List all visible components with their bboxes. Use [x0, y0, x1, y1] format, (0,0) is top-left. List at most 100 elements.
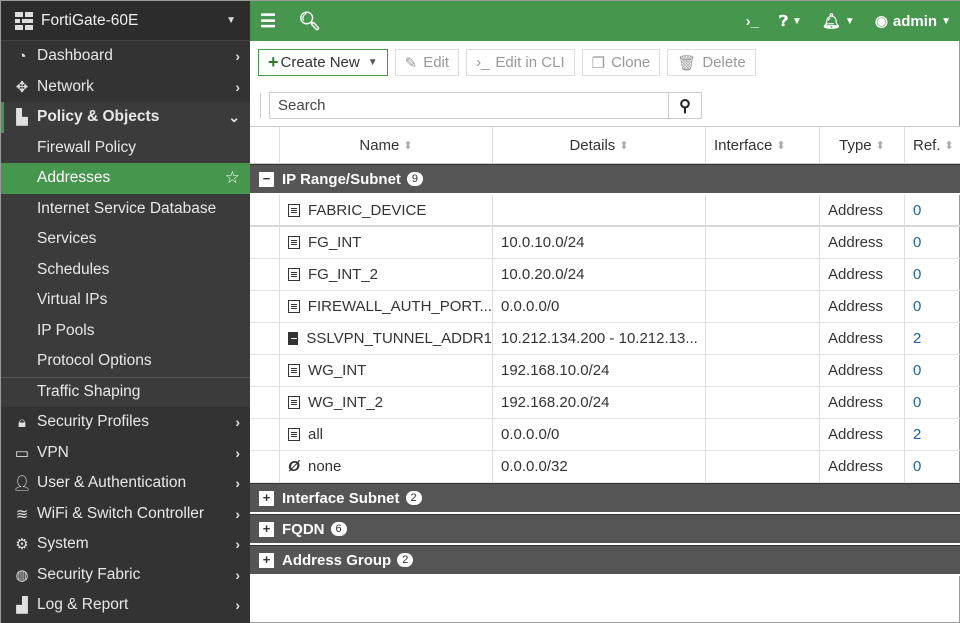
table-row[interactable]: SSLVPN_TUNNEL_ADDR1 10.212.134.200 - 10.2…: [250, 323, 960, 355]
table-row[interactable]: FG_INT_2 10.0.20.0/24 Address 0: [250, 259, 960, 291]
column-header-type[interactable]: Type ⬍: [820, 127, 905, 163]
sidebar-item-log-report[interactable]: ▟ Log & Report ›: [1, 590, 250, 621]
sidebar-item-services[interactable]: Services: [1, 224, 250, 255]
user-menu-button[interactable]: ◉ admin ▼: [874, 12, 951, 31]
details-cell: 192.168.10.0/24: [493, 355, 706, 386]
sidebar-item-network[interactable]: ✥ Network ›: [1, 72, 250, 103]
row-select-cell[interactable]: [250, 451, 280, 482]
sidebar-item-security-profiles[interactable]: 🔒︎ Security Profiles ›: [1, 407, 250, 438]
row-select-cell[interactable]: [250, 323, 280, 354]
chevron-right-icon: ›: [235, 78, 240, 95]
group-header-address-group[interactable]: + Address Group 2: [250, 545, 960, 576]
ref-link[interactable]: 0: [905, 451, 960, 482]
row-select-cell[interactable]: [250, 195, 280, 225]
column-header-name[interactable]: Name ⬍: [280, 127, 493, 163]
sidebar-item-traffic-shaping[interactable]: Traffic Shaping: [1, 376, 250, 407]
clone-button[interactable]: ❐ Clone: [581, 49, 661, 76]
group-header-interface-subnet[interactable]: + Interface Subnet 2: [250, 483, 960, 514]
sidebar-item-addresses[interactable]: Addresses ☆: [1, 163, 250, 194]
sidebar-item-wifi-switch-controller[interactable]: ≋ WiFi & Switch Controller ›: [1, 499, 250, 530]
star-icon[interactable]: ☆: [225, 168, 240, 188]
sidebar-item-system[interactable]: ⚙ System ›: [1, 529, 250, 560]
chevron-down-icon: ▼: [226, 15, 236, 26]
count-badge: 9: [406, 172, 424, 186]
sidebar-item-dashboard[interactable]: ◔ Dashboard ›: [1, 41, 250, 72]
delete-button[interactable]: 🗑︎ Delete: [667, 49, 756, 76]
top-bar: ☰ 🔍︎ ›_ ❓︎ ▼ 🔔︎ ▼ ◉ admin ▼: [250, 1, 960, 41]
row-select-cell[interactable]: [250, 259, 280, 290]
column-header-ref[interactable]: Ref. ⬍: [905, 127, 960, 163]
count-badge: 6: [330, 522, 347, 536]
type-cell: Address: [820, 355, 905, 386]
plus-icon: +: [268, 52, 279, 72]
ref-link[interactable]: 0: [905, 355, 960, 386]
group-header-fqdn[interactable]: + FQDN 6: [250, 514, 960, 545]
ref-link[interactable]: 0: [905, 227, 960, 258]
user-icon: 👤︎: [12, 475, 32, 493]
select-column: [250, 127, 280, 163]
row-select-cell[interactable]: [250, 227, 280, 258]
table-row[interactable]: FABRIC_DEVICE Address 0: [250, 195, 960, 227]
user-circle-icon: ◉: [874, 13, 888, 30]
sidebar-item-user-authentication[interactable]: 👤︎ User & Authentication ›: [1, 468, 250, 499]
create-new-button[interactable]: + Create New ▼: [258, 49, 388, 76]
ref-link[interactable]: 0: [905, 195, 960, 225]
table-row[interactable]: FIREWALL_AUTH_PORT... 0.0.0.0/0 Address 0: [250, 291, 960, 323]
type-cell: Address: [820, 323, 905, 354]
search-button[interactable]: ⚲: [668, 93, 701, 118]
notifications-button[interactable]: 🔔︎ ▼: [822, 12, 855, 30]
sidebar-item-schedules[interactable]: Schedules: [1, 254, 250, 285]
collapse-icon[interactable]: −: [259, 171, 274, 187]
sidebar-item-virtual-ips[interactable]: Virtual IPs: [1, 285, 250, 316]
row-select-cell[interactable]: [250, 419, 280, 450]
details-cell: 10.0.20.0/24: [493, 259, 706, 290]
sidebar-item-firewall-policy[interactable]: Firewall Policy: [1, 132, 250, 163]
sidebar-item-protocol-options[interactable]: Protocol Options: [1, 346, 250, 377]
sidebar-item-vpn[interactable]: ▭ VPN ›: [1, 438, 250, 469]
edit-button[interactable]: ✎ Edit: [394, 49, 460, 76]
table-row[interactable]: WG_INT_2 192.168.20.0/24 Address 0: [250, 387, 960, 419]
expand-icon[interactable]: +: [259, 490, 274, 506]
search-icon[interactable]: 🔍︎: [298, 11, 321, 32]
row-select-cell[interactable]: [250, 355, 280, 386]
sidebar-item-internet-service-database[interactable]: Internet Service Database: [1, 193, 250, 224]
table-row[interactable]: WG_INT 192.168.10.0/24 Address 0: [250, 355, 960, 387]
row-select-cell[interactable]: [250, 291, 280, 322]
help-button[interactable]: ❓︎ ▼: [779, 13, 802, 30]
ref-link[interactable]: 2: [905, 419, 960, 450]
interface-cell: [706, 227, 820, 258]
menu-icon[interactable]: ☰: [260, 11, 276, 32]
help-icon: ❓︎: [778, 12, 788, 30]
sidebar-item-security-fabric[interactable]: ◍ Security Fabric ›: [1, 560, 250, 591]
ref-link[interactable]: 0: [905, 291, 960, 322]
row-select-cell[interactable]: [250, 387, 280, 418]
interface-cell: [706, 259, 820, 290]
table-row[interactable]: FG_INT 10.0.10.0/24 Address 0: [250, 227, 960, 259]
ref-link[interactable]: 0: [905, 387, 960, 418]
expand-icon[interactable]: +: [259, 552, 274, 568]
address-table: Name ⬍ Details ⬍ Interface ⬍ Type ⬍ Ref. ⬍ − …: [250, 126, 960, 576]
group-header-ip-range-subnet[interactable]: − IP Range/Subnet 9: [250, 164, 960, 195]
subnet-address-icon: [288, 203, 300, 217]
sort-icon: ⬍: [403, 139, 413, 152]
type-cell: Address: [820, 387, 905, 418]
ref-link[interactable]: 0: [905, 259, 960, 290]
edit-in-cli-button[interactable]: ›_ Edit in CLI: [466, 49, 575, 76]
ref-link[interactable]: 2: [905, 323, 960, 354]
sidebar-item-policy-objects[interactable]: ▙ Policy & Objects ⌄: [1, 102, 250, 133]
details-cell: 0.0.0.0/0: [493, 419, 706, 450]
search-input[interactable]: [270, 93, 668, 118]
wifi-icon: ≋: [15, 505, 29, 523]
cli-console-button[interactable]: ›_: [746, 13, 759, 30]
expand-icon[interactable]: +: [259, 521, 274, 537]
none-address-icon: Ø: [288, 458, 300, 475]
subnet-address-icon: [288, 300, 300, 313]
details-cell: 0.0.0.0/32: [493, 451, 706, 482]
table-row[interactable]: all 0.0.0.0/0 Address 2: [250, 419, 960, 451]
column-header-interface[interactable]: Interface ⬍: [706, 127, 820, 163]
sidebar-item-ip-pools[interactable]: IP Pools: [1, 315, 250, 346]
device-selector[interactable]: FortiGate-60E ▼: [1, 1, 250, 41]
table-row[interactable]: Ønone 0.0.0.0/32 Address 0: [250, 451, 960, 483]
interface-cell: [706, 419, 820, 450]
column-header-details[interactable]: Details ⬍: [493, 127, 706, 163]
